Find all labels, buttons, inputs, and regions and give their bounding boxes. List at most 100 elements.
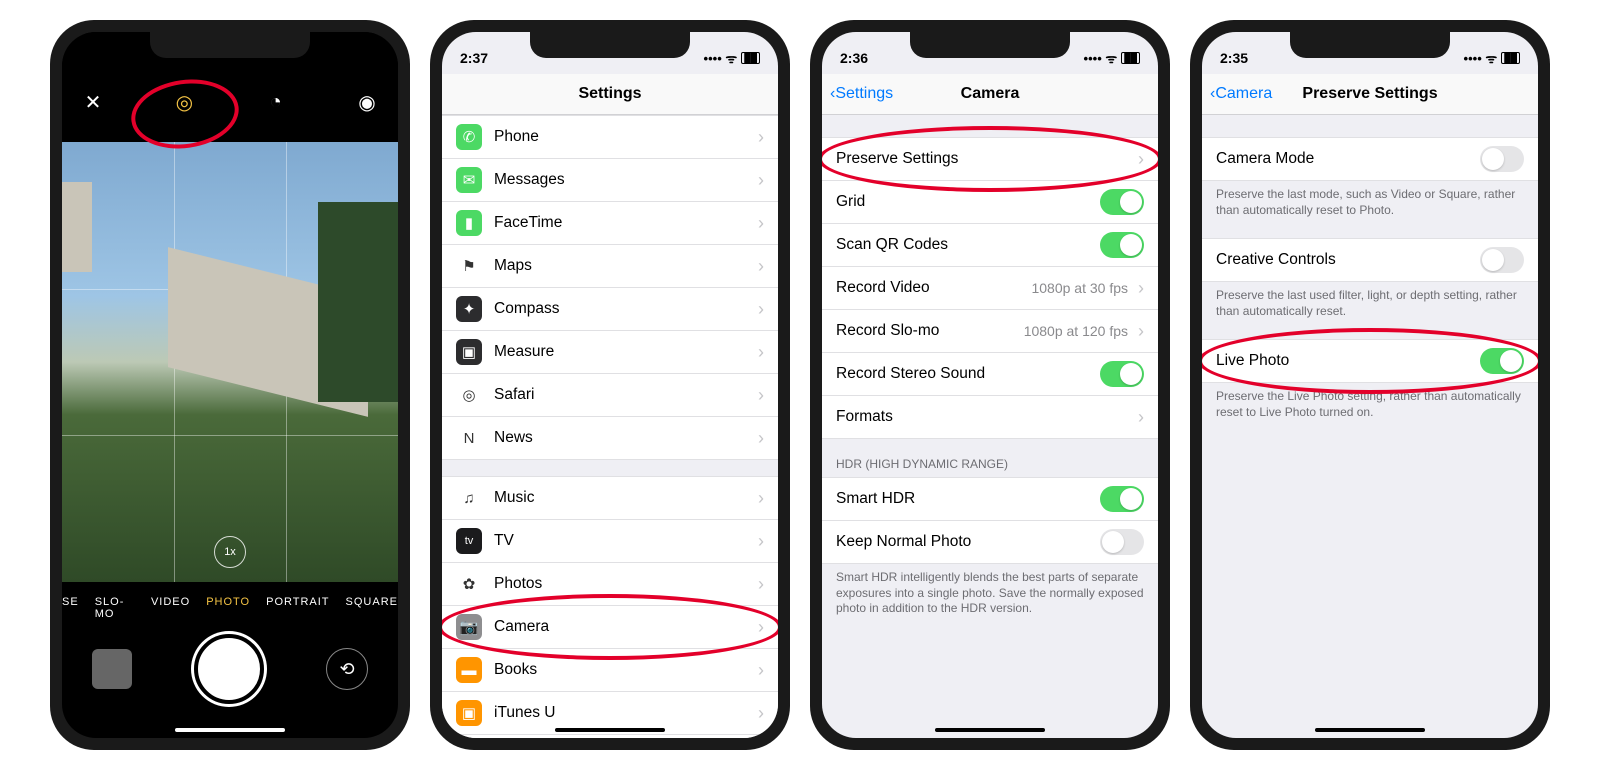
chevron-icon: › (1138, 278, 1144, 299)
cell-formats[interactable]: Formats› (822, 396, 1158, 439)
news-icon: N (456, 425, 482, 451)
zoom-badge[interactable]: 1x (214, 536, 246, 568)
toggle-smart-hdr[interactable] (1100, 486, 1144, 512)
cell-label: Grid (836, 193, 865, 211)
cell-record-video[interactable]: Record Video1080p at 30 fps› (822, 267, 1158, 310)
toggle-keep-normal-photo[interactable] (1100, 529, 1144, 555)
cell-label: News (494, 429, 533, 447)
cell-scan-qr-codes[interactable]: Scan QR Codes (822, 224, 1158, 267)
cell-label: Compass (494, 300, 559, 318)
status-icons: •••• ᯤ ██ (1084, 49, 1140, 67)
page-title: Preserve Settings (1302, 85, 1437, 103)
last-photo-thumb[interactable] (92, 649, 132, 689)
tv-icon: tv (456, 528, 482, 554)
toggle-creative-controls[interactable] (1480, 247, 1524, 273)
chevron-icon: › (758, 256, 764, 277)
mode-photo[interactable]: PHOTO (206, 596, 250, 620)
mode-slomo[interactable]: SLO-MO (95, 596, 135, 620)
chevron-icon: › (758, 617, 764, 638)
cell-phone[interactable]: ✆Phone› (442, 115, 778, 159)
toggle-record-stereo-sound[interactable] (1100, 361, 1144, 387)
viewfinder[interactable]: 1x (62, 142, 398, 582)
mode-video[interactable]: VIDEO (151, 596, 190, 620)
phone-settings: 2:37 •••• ᯤ ██ Settings ✆Phone›✉Messages… (430, 20, 790, 750)
cell-news[interactable]: NNews› (442, 417, 778, 460)
cell-label: Camera Mode (1216, 150, 1314, 168)
cell-live-photo[interactable]: Live Photo (1202, 339, 1538, 383)
cell-maps[interactable]: ⚑Maps› (442, 245, 778, 288)
status-icons: •••• ᯤ ██ (1464, 49, 1520, 67)
cell-safari[interactable]: ◎Safari› (442, 374, 778, 417)
shutter-button[interactable] (194, 634, 264, 704)
music-icon: ♫ (456, 485, 482, 511)
cell-label: FaceTime (494, 214, 562, 232)
back-button[interactable]: ‹ Settings (830, 85, 893, 103)
cell-label: Phone (494, 128, 539, 146)
maps-icon: ⚑ (456, 253, 482, 279)
cell-tv[interactable]: tvTV› (442, 520, 778, 563)
cell-label: Record Video (836, 279, 930, 297)
group-header: HDR (HIGH DYNAMIC RANGE) (822, 439, 1158, 477)
cell-facetime[interactable]: ▮FaceTime› (442, 202, 778, 245)
detail-text: 1080p at 120 fps (1024, 323, 1128, 339)
cell-label: Smart HDR (836, 490, 915, 508)
photos-icon: ✿ (456, 571, 482, 597)
chevron-icon: › (758, 385, 764, 406)
cell-preserve-settings[interactable]: Preserve Settings› (822, 137, 1158, 181)
cell-label: Books (494, 661, 537, 679)
cell-label: Camera (494, 618, 549, 636)
itunes-u-icon: ▣ (456, 700, 482, 726)
cell-label: Photos (494, 575, 542, 593)
chevron-icon: › (758, 342, 764, 363)
cell-grid[interactable]: Grid (822, 181, 1158, 224)
cell-compass[interactable]: ✦Compass› (442, 288, 778, 331)
cell-photos[interactable]: ✿Photos› (442, 563, 778, 606)
cell-label: Preserve Settings (836, 150, 958, 168)
toggle-live-photo[interactable] (1480, 348, 1524, 374)
facetime-icon: ▮ (456, 210, 482, 236)
messages-icon: ✉ (456, 167, 482, 193)
cell-record-stereo-sound[interactable]: Record Stereo Sound (822, 353, 1158, 396)
mode-square[interactable]: SQUARE (346, 596, 398, 620)
chevron-icon: › (758, 127, 764, 148)
flip-camera-icon[interactable]: ⟲ (326, 648, 368, 690)
measure-icon: ▣ (456, 339, 482, 365)
camera-modes[interactable]: SE SLO-MO VIDEO PHOTO PORTRAIT SQUARE (62, 582, 398, 634)
cell-measure[interactable]: ▣Measure› (442, 331, 778, 374)
flash-icon[interactable]: ✕ (78, 90, 108, 115)
cell-label: Music (494, 489, 534, 507)
cell-camera-mode[interactable]: Camera Mode (1202, 137, 1538, 181)
cell-messages[interactable]: ✉Messages› (442, 159, 778, 202)
nav-bar: ‹ Camera Preserve Settings (1202, 74, 1538, 115)
toggle-scan-qr-codes[interactable] (1100, 232, 1144, 258)
status-icons: •••• ᯤ ██ (704, 49, 760, 67)
toggle-grid[interactable] (1100, 189, 1144, 215)
chevron-icon: › (758, 660, 764, 681)
mode-se[interactable]: SE (62, 596, 79, 620)
camera-icon: 📷 (456, 614, 482, 640)
toggle-camera-mode[interactable] (1480, 146, 1524, 172)
books-icon: ▬ (456, 657, 482, 683)
cell-keep-normal-photo[interactable]: Keep Normal Photo (822, 521, 1158, 564)
cell-record-slo-mo[interactable]: Record Slo-mo1080p at 120 fps› (822, 310, 1158, 353)
chevron-icon: › (758, 703, 764, 724)
filter-icon[interactable]: ◉ (352, 90, 382, 115)
group-footer: Preserve the Live Photo setting, rather … (1202, 383, 1538, 424)
cell-label: iTunes U (494, 704, 555, 722)
cell-music[interactable]: ♫Music› (442, 476, 778, 520)
cell-smart-hdr[interactable]: Smart HDR (822, 477, 1158, 521)
back-button[interactable]: ‹ Camera (1210, 85, 1272, 103)
timer-icon[interactable]: ◔ (261, 91, 291, 114)
group-footer: Preserve the last used filter, light, or… (1202, 282, 1538, 323)
cell-camera[interactable]: 📷 Camera › (442, 606, 778, 649)
cell-label: Creative Controls (1216, 251, 1336, 269)
live-photo-icon[interactable]: ◎ (169, 90, 199, 115)
page-title: Camera (961, 85, 1020, 103)
chevron-icon: › (758, 299, 764, 320)
mode-portrait[interactable]: PORTRAIT (266, 596, 329, 620)
chevron-icon: › (758, 531, 764, 552)
cell-game-center[interactable]: ✦Game Center› (442, 735, 778, 738)
cell-creative-controls[interactable]: Creative Controls (1202, 238, 1538, 282)
cell-books[interactable]: ▬ Books › (442, 649, 778, 692)
group-footer: Smart HDR intelligently blends the best … (822, 564, 1158, 621)
